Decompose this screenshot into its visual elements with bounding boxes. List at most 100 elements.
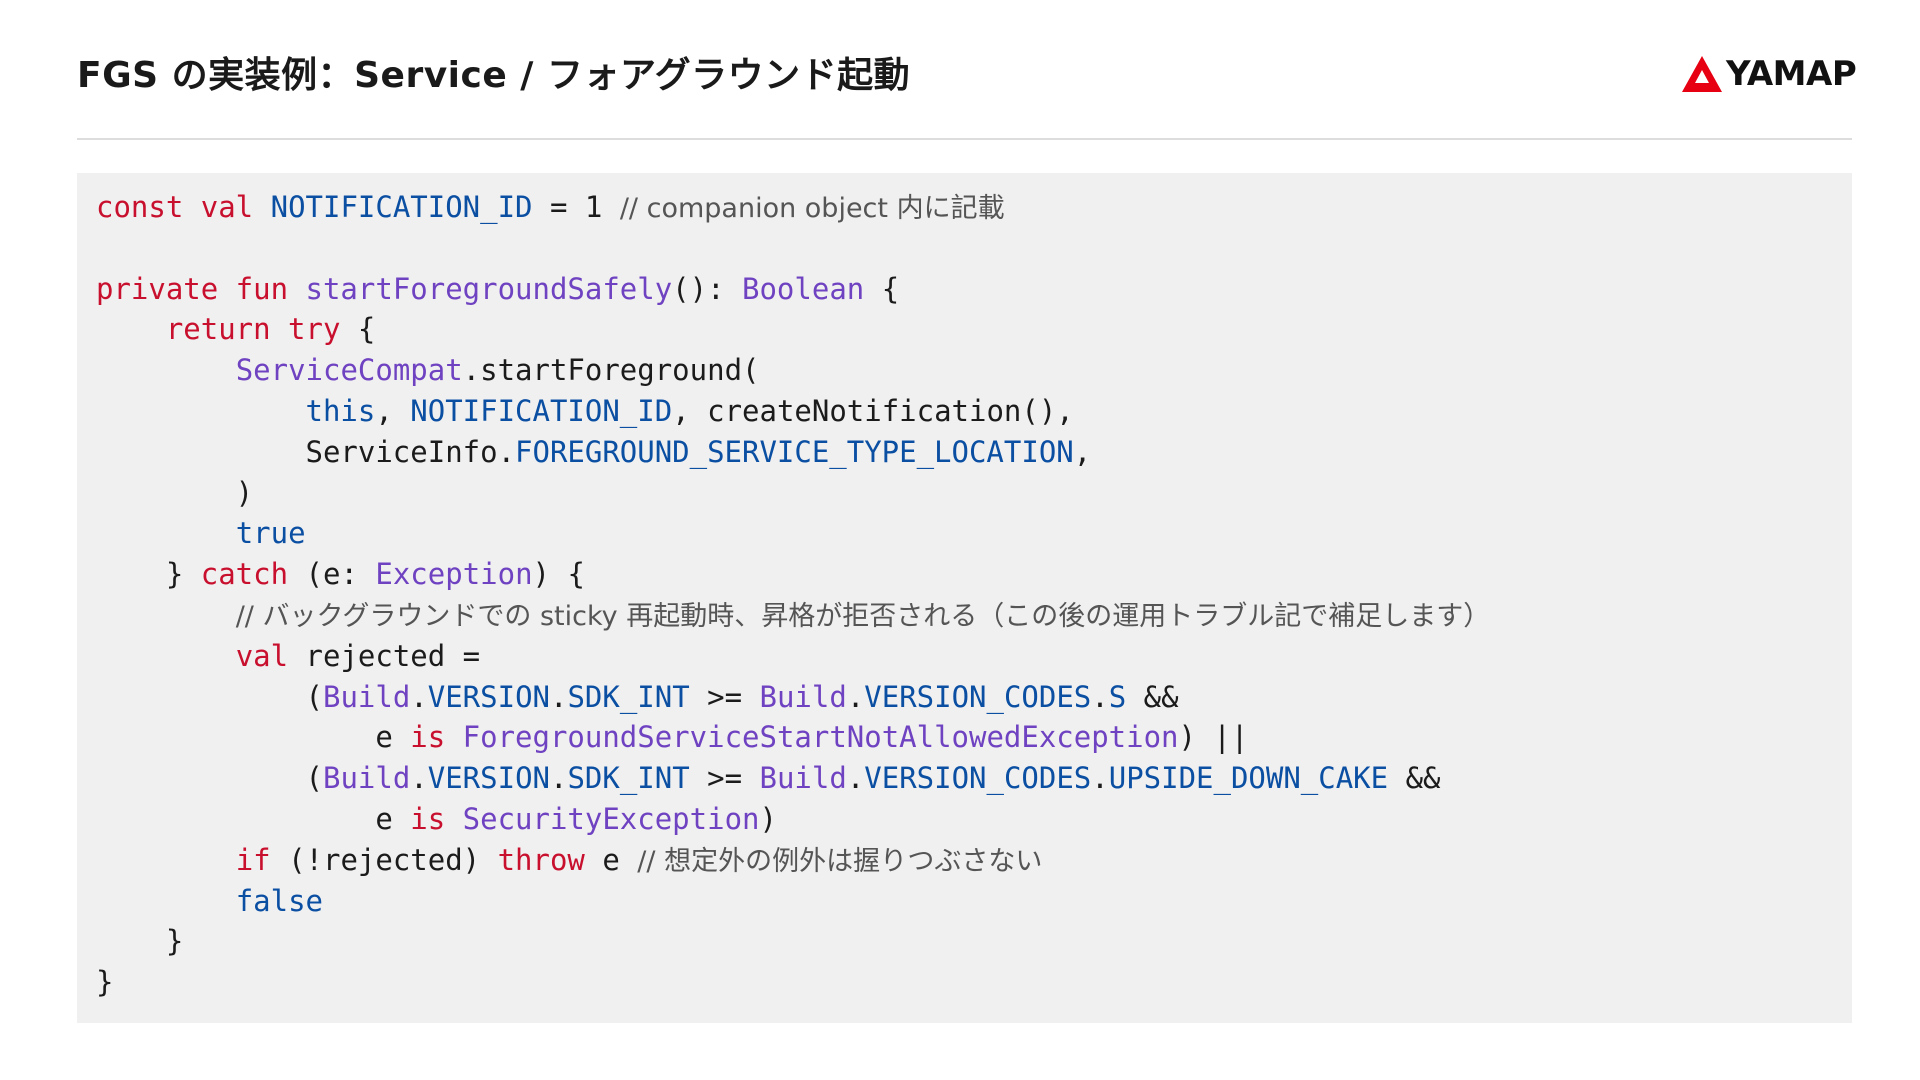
code-token: NOTIFICATION_ID bbox=[270, 190, 533, 224]
code-token: is bbox=[410, 801, 446, 836]
code-token: . bbox=[846, 761, 865, 796]
code-token: Build bbox=[322, 679, 411, 714]
code-line: } bbox=[96, 921, 1490, 962]
code-token: ) { bbox=[532, 557, 585, 592]
code-line: (Build.VERSION.SDK_INT >= Build.VERSION_… bbox=[96, 758, 1490, 799]
code-token: NOTIFICATION_ID bbox=[410, 393, 673, 428]
code-comment: // bbox=[235, 600, 263, 632]
logo-text: YAMAP bbox=[1726, 54, 1857, 94]
code-token: { bbox=[340, 312, 376, 347]
code-token: . bbox=[1091, 761, 1109, 796]
code-line: e is ForegroundServiceStartNotAllowedExc… bbox=[96, 717, 1490, 758]
code-token: , createNotification(), bbox=[672, 393, 1074, 428]
code-token: if bbox=[235, 842, 271, 877]
code-token: } bbox=[96, 924, 184, 959]
code-line: private fun startForegroundSafely(): Boo… bbox=[96, 269, 1490, 310]
code-token: Build bbox=[759, 761, 847, 796]
code-line: this, NOTIFICATION_ID, createNotificatio… bbox=[96, 391, 1490, 432]
code-token: SecurityException bbox=[462, 801, 760, 836]
code-token: ServiceCompat bbox=[235, 353, 463, 388]
code-token: e bbox=[96, 720, 411, 755]
code-token: e bbox=[96, 801, 411, 836]
code-block: const val NOTIFICATION_ID = 1 // compani… bbox=[77, 173, 1852, 1023]
code-token: VERSION bbox=[427, 679, 550, 714]
code-token: private fun bbox=[96, 271, 306, 306]
code-line: } catch (e: Exception) { bbox=[96, 554, 1490, 595]
code-line: ServiceInfo.FOREGROUND_SERVICE_TYPE_LOCA… bbox=[96, 432, 1490, 473]
code-token: , bbox=[1073, 434, 1092, 469]
code-token: ) || bbox=[1178, 720, 1249, 755]
code-token: val bbox=[235, 638, 289, 673]
code-token: const val bbox=[96, 190, 271, 224]
code-token: . bbox=[1091, 679, 1109, 714]
code-token: VERSION_CODES bbox=[864, 761, 1092, 796]
code-token: Boolean bbox=[742, 271, 865, 306]
code-token: catch bbox=[200, 557, 289, 592]
code-line: const val NOTIFICATION_ID = 1 // compani… bbox=[96, 187, 1490, 228]
code-comment: // bbox=[619, 193, 647, 224]
code-comment: // bbox=[637, 845, 665, 877]
code-token: false bbox=[235, 883, 323, 918]
code-token: SDK_INT bbox=[567, 761, 690, 796]
code-token: this bbox=[305, 393, 376, 428]
code-listing: const val NOTIFICATION_ID = 1 // compani… bbox=[96, 187, 1490, 1003]
code-token: . bbox=[410, 679, 428, 714]
code-token: . bbox=[410, 761, 428, 796]
code-token: >= bbox=[689, 761, 760, 796]
code-token: ForegroundServiceStartNotAllowedExceptio… bbox=[462, 720, 1179, 755]
code-token: } bbox=[96, 557, 201, 592]
code-token: && bbox=[1126, 679, 1179, 714]
code-line: return try { bbox=[96, 309, 1490, 350]
code-token: (e: bbox=[288, 557, 376, 592]
code-token: ) bbox=[759, 801, 777, 836]
code-comment: 想定外の例外は握りつぶさない bbox=[664, 845, 1043, 877]
code-token: (!rejected) bbox=[270, 842, 498, 877]
code-line: // バックグラウンドでの sticky 再起動時、昇格が拒否される（この後の運… bbox=[96, 595, 1491, 636]
header-divider bbox=[77, 138, 1852, 140]
code-token: ServiceInfo. bbox=[96, 434, 516, 469]
code-token: S bbox=[1108, 679, 1127, 714]
code-token: startForegroundSafely bbox=[305, 271, 673, 306]
code-token: . bbox=[549, 679, 568, 714]
code-line: (Build.VERSION.SDK_INT >= Build.VERSION_… bbox=[96, 677, 1490, 718]
code-token: && bbox=[1388, 761, 1441, 796]
code-line: e is SecurityException) bbox=[96, 799, 1490, 840]
code-token: Build bbox=[759, 679, 847, 714]
code-token: throw bbox=[497, 842, 585, 877]
code-token: { bbox=[864, 271, 900, 306]
code-token: UPSIDE_DOWN_CAKE bbox=[1108, 761, 1389, 796]
code-line: true bbox=[96, 513, 1490, 554]
code-token: VERSION_CODES bbox=[864, 679, 1092, 714]
code-line: val rejected = bbox=[96, 636, 1490, 677]
page-title: FGS の実装例：Service / フォアグラウンド起動 bbox=[77, 55, 911, 96]
code-token: return try bbox=[165, 312, 341, 347]
code-token: Exception bbox=[375, 557, 533, 592]
code-token: ( bbox=[96, 761, 323, 796]
code-line: ServiceCompat.startForeground( bbox=[96, 350, 1490, 391]
code-token: true bbox=[235, 516, 306, 551]
code-token: .startForeground( bbox=[462, 353, 760, 388]
code-token: FOREGROUND_SERVICE_TYPE_LOCATION bbox=[515, 434, 1074, 469]
code-token: ( bbox=[96, 679, 323, 714]
code-line: if (!rejected) throw e // 想定外の例外は握りつぶさない bbox=[96, 840, 1490, 881]
code-token: ) bbox=[96, 475, 254, 510]
code-comment: バックグラウンドでの sticky 再起動時、昇格が拒否される（この後の運用トラ… bbox=[262, 600, 1491, 632]
code-token: VERSION bbox=[427, 761, 550, 796]
code-line: false bbox=[96, 881, 1490, 922]
code-token: rejected = bbox=[288, 638, 481, 673]
code-comment: companion object 内に記載 bbox=[646, 193, 1005, 224]
mountain-logo-icon bbox=[1682, 56, 1722, 92]
code-token: (): bbox=[672, 271, 743, 306]
code-token: SDK_INT bbox=[567, 679, 690, 714]
code-token: >= bbox=[689, 679, 760, 714]
